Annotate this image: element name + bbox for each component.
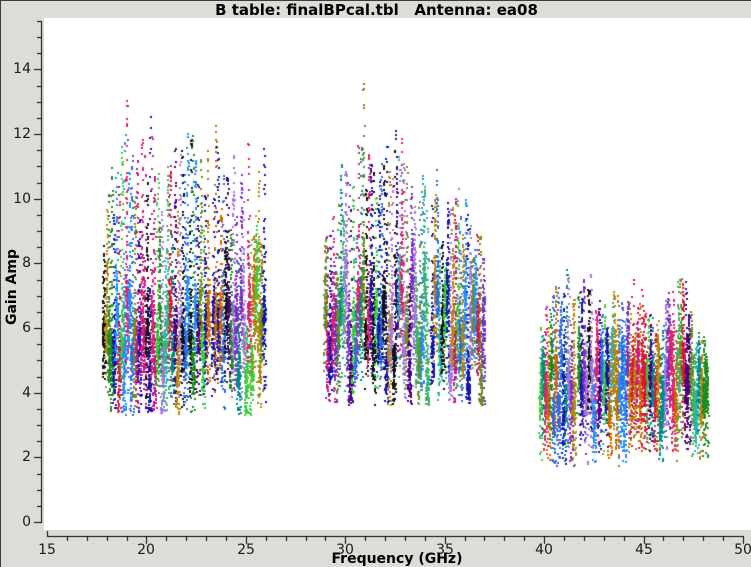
y-tick-label: 10 xyxy=(1,191,31,207)
plot-canvas[interactable] xyxy=(1,1,751,567)
plot-window: B table: finalBPcal.tbl Antenna: ea08 02… xyxy=(0,0,751,567)
y-tick-label: 2 xyxy=(1,449,31,465)
y-tick-label: 14 xyxy=(1,61,31,77)
x-axis-label: Frequency (GHz) xyxy=(1,551,751,567)
y-axis-label: Gain Amp xyxy=(4,249,20,325)
y-tick-label: 0 xyxy=(1,514,31,530)
y-tick-label: 4 xyxy=(1,385,31,401)
y-tick-label: 12 xyxy=(1,126,31,142)
